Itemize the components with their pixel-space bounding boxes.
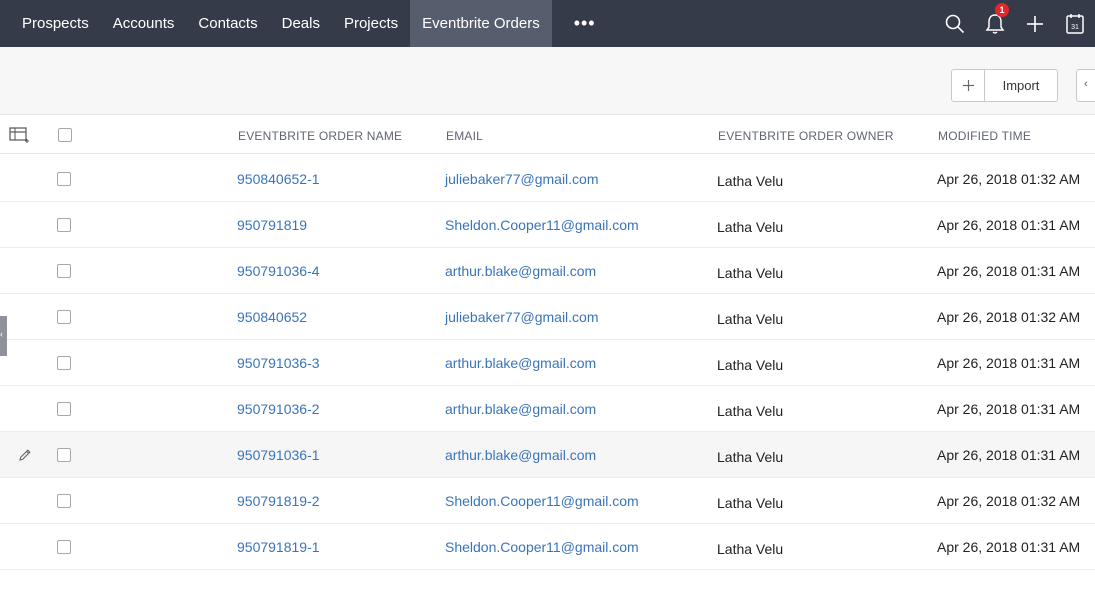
row-checkbox[interactable] <box>57 540 71 554</box>
notification-badge: 1 <box>995 3 1009 17</box>
email-link[interactable]: juliebaker77@gmail.com <box>445 171 599 187</box>
order-name-link[interactable]: 950791036-4 <box>237 263 320 279</box>
modified-time-text: Apr 26, 2018 01:32 AM <box>937 493 1081 509</box>
table-row[interactable]: 950840652 juliebaker77@gmail.com Latha V… <box>0 294 1095 340</box>
email-link[interactable]: arthur.blake@gmail.com <box>445 263 596 279</box>
modified-time-text: Apr 26, 2018 01:31 AM <box>937 217 1081 233</box>
modified-time-text: Apr 26, 2018 01:31 AM <box>937 355 1081 371</box>
plus-icon <box>1027 15 1043 32</box>
order-name-link[interactable]: 950791819-2 <box>237 493 320 509</box>
table-row[interactable]: 950791036-2 arthur.blake@gmail.com Latha… <box>0 386 1095 432</box>
table-header: EVENTBRITE ORDER NAME EMAIL EVENTBRITE O… <box>0 116 1095 154</box>
tab-deals[interactable]: Deals <box>270 0 332 47</box>
email-link[interactable]: Sheldon.Cooper11@gmail.com <box>445 217 639 233</box>
import-button[interactable]: Import <box>985 70 1057 101</box>
chevron-left-icon: ‹ <box>0 329 3 339</box>
search-button[interactable] <box>935 0 975 47</box>
table-row[interactable]: 950791819-1 Sheldon.Cooper11@gmail.com L… <box>0 524 1095 570</box>
tab-projects[interactable]: Projects <box>332 0 410 47</box>
owner-text: Latha Velu <box>717 541 784 557</box>
column-header-order-name[interactable]: EVENTBRITE ORDER NAME <box>238 129 402 143</box>
table-row[interactable]: 950791819 Sheldon.Cooper11@gmail.com Lat… <box>0 202 1095 248</box>
table-row[interactable]: 950791819-2 Sheldon.Cooper11@gmail.com L… <box>0 478 1095 524</box>
import-button-group: Import <box>951 69 1058 102</box>
email-link[interactable]: arthur.blake@gmail.com <box>445 401 596 417</box>
modified-time-text: Apr 26, 2018 01:32 AM <box>937 171 1081 187</box>
row-checkbox[interactable] <box>57 494 71 508</box>
table-row[interactable]: 950791036-3 arthur.blake@gmail.com Latha… <box>0 340 1095 386</box>
row-checkbox[interactable] <box>57 218 71 232</box>
modified-time-text: Apr 26, 2018 01:31 AM <box>937 539 1081 555</box>
owner-text: Latha Velu <box>717 357 784 373</box>
owner-text: Latha Velu <box>717 495 784 511</box>
owner-text: Latha Velu <box>717 403 784 419</box>
order-name-link[interactable]: 950791036-2 <box>237 401 320 417</box>
edit-row-button[interactable] <box>18 448 32 467</box>
owner-text: Latha Velu <box>717 311 784 327</box>
calendar-icon: 31 <box>1066 13 1084 34</box>
row-checkbox[interactable] <box>57 172 71 186</box>
row-checkbox[interactable] <box>57 310 71 324</box>
order-name-link[interactable]: 950840652 <box>237 309 307 325</box>
order-name-link[interactable]: 950791819-1 <box>237 539 320 555</box>
actions-menu-button[interactable]: ‹ <box>1076 69 1095 102</box>
row-checkbox[interactable] <box>57 264 71 278</box>
sidebar-toggle-handle[interactable]: ‹ <box>0 316 7 356</box>
modified-time-text: Apr 26, 2018 01:31 AM <box>937 401 1081 417</box>
notifications-button[interactable]: 1 <box>975 0 1015 47</box>
plus-icon <box>962 80 974 91</box>
select-all-checkbox[interactable] <box>58 128 72 142</box>
column-settings-icon <box>9 127 29 143</box>
row-checkbox[interactable] <box>57 448 71 462</box>
column-header-email[interactable]: EMAIL <box>446 129 483 143</box>
email-link[interactable]: Sheldon.Cooper11@gmail.com <box>445 539 639 555</box>
tab-contacts[interactable]: Contacts <box>186 0 269 47</box>
pencil-icon <box>19 449 31 461</box>
modified-time-text: Apr 26, 2018 01:31 AM <box>937 263 1081 279</box>
table-row[interactable]: 950791036-1 arthur.blake@gmail.com Latha… <box>0 432 1095 478</box>
row-checkbox[interactable] <box>57 356 71 370</box>
table-row[interactable]: 950791036-4 arthur.blake@gmail.com Latha… <box>0 248 1095 294</box>
column-settings-button[interactable] <box>9 126 31 149</box>
order-name-link[interactable]: 950791036-3 <box>237 355 320 371</box>
email-link[interactable]: Sheldon.Cooper11@gmail.com <box>445 493 639 509</box>
chevron-left-icon: ‹ <box>1084 78 1088 90</box>
add-record-button[interactable] <box>952 70 985 101</box>
order-name-link[interactable]: 950840652-1 <box>237 171 320 187</box>
top-nav: Prospects Accounts Contacts Deals Projec… <box>0 0 1095 47</box>
email-link[interactable]: juliebaker77@gmail.com <box>445 309 599 325</box>
search-icon <box>945 14 965 33</box>
create-button[interactable] <box>1015 0 1055 47</box>
owner-text: Latha Velu <box>717 449 784 465</box>
tab-prospects[interactable]: Prospects <box>0 0 101 47</box>
tab-accounts[interactable]: Accounts <box>101 0 187 47</box>
more-tabs-button[interactable]: ••• <box>552 0 618 47</box>
owner-text: Latha Velu <box>717 219 784 235</box>
table-row[interactable]: 950840652-1 juliebaker77@gmail.com Latha… <box>0 156 1095 202</box>
email-link[interactable]: arthur.blake@gmail.com <box>445 447 596 463</box>
calendar-day: 31 <box>1071 24 1079 31</box>
order-name-link[interactable]: 950791819 <box>237 217 307 233</box>
email-link[interactable]: arthur.blake@gmail.com <box>445 355 596 371</box>
column-header-modified-time[interactable]: MODIFIED TIME <box>938 129 1031 143</box>
row-checkbox[interactable] <box>57 402 71 416</box>
list-toolbar: Import ‹ <box>0 47 1095 115</box>
modified-time-text: Apr 26, 2018 01:32 AM <box>937 309 1081 325</box>
nav-actions: 1 31 <box>935 0 1095 47</box>
modified-time-text: Apr 26, 2018 01:31 AM <box>937 447 1081 463</box>
owner-text: Latha Velu <box>717 173 784 189</box>
calendar-button[interactable]: 31 <box>1055 0 1095 47</box>
tab-eventbrite-orders[interactable]: Eventbrite Orders <box>410 0 552 47</box>
owner-text: Latha Velu <box>717 265 784 281</box>
column-header-owner[interactable]: EVENTBRITE ORDER OWNER <box>718 129 894 143</box>
order-name-link[interactable]: 950791036-1 <box>237 447 320 463</box>
